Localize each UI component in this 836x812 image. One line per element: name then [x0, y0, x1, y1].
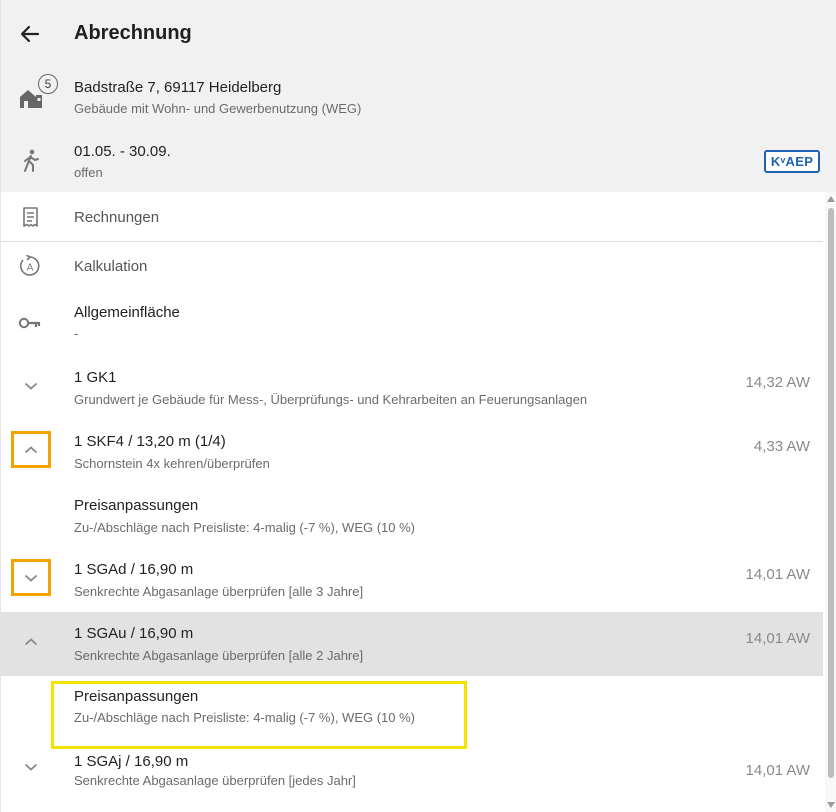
menu-label-invoices: Rechnungen	[74, 209, 160, 226]
property-row[interactable]: 5 Badstraße 7, 69117 Heidelberg Gebäude …	[1, 68, 836, 130]
period-row[interactable]: 01.05. - 30.09. offen	[1, 132, 836, 194]
position-row[interactable]: 1 SGAd / 16,90 m Senkrechte Abgasanlage …	[1, 548, 823, 612]
collapse-button[interactable]	[11, 623, 51, 660]
app-window: Abrechnung 5 Badstraße 7, 69117 Heidelbe…	[0, 0, 836, 812]
chevron-up-icon	[24, 445, 38, 453]
position-subtitle: Schornstein 4x kehren/überprüfen	[74, 456, 270, 471]
period-dates: 01.05. - 30.09.	[74, 143, 171, 160]
position-row-selected[interactable]: 1 SGAu / 16,90 m Senkrechte Abgasanlage …	[1, 612, 823, 676]
general-area-title: Allgemeinfläche	[74, 304, 180, 321]
position-title: 1 SKF4 / 13,20 m (1/4)	[74, 433, 226, 450]
property-type: Gebäude mit Wohn- und Gewerbenutzung (WE…	[74, 101, 362, 116]
position-row[interactable]: 1 SGAj / 16,90 m Senkrechte Abgasanlage …	[1, 740, 823, 804]
chevron-down-icon	[24, 382, 38, 390]
period-status: offen	[74, 165, 103, 180]
adjustment-subtitle: Zu-/Abschläge nach Preisliste: 4-malig (…	[74, 710, 415, 725]
building-count-badge: 5	[38, 74, 58, 94]
menu-label-calculation: Kalkulation	[74, 258, 148, 275]
property-address: Badstraße 7, 69117 Heidelberg	[74, 79, 282, 96]
chevron-down-icon	[24, 574, 38, 582]
adjustment-subtitle: Zu-/Abschläge nach Preisliste: 4-malig (…	[74, 520, 415, 535]
vertical-scrollbar[interactable]	[825, 192, 836, 812]
arrow-left-icon	[20, 25, 40, 43]
chevron-up-icon	[24, 637, 38, 645]
scroll-down-arrow-icon[interactable]	[827, 802, 835, 808]
top-bar: Abrechnung	[1, 0, 836, 68]
scrollbar-thumb[interactable]	[828, 208, 834, 778]
collapse-button[interactable]	[11, 431, 51, 468]
position-value: 14,01 AW	[745, 762, 810, 779]
position-value: 14,01 AW	[745, 566, 810, 583]
page-title: Abrechnung	[74, 22, 192, 44]
general-area-subtitle: -	[74, 326, 79, 341]
position-row[interactable]: 1 GK1 Grundwert je Gebäude für Mess-, Üb…	[1, 356, 823, 420]
back-button[interactable]	[15, 20, 45, 48]
kvaep-badge[interactable]: KᵛAEP	[764, 150, 820, 173]
position-subtitle: Grundwert je Gebäude für Mess-, Überprüf…	[74, 392, 588, 407]
expand-button[interactable]	[11, 367, 51, 404]
menu-item-invoices[interactable]: Rechnungen	[1, 192, 823, 241]
position-title: 1 SGAj / 16,90 m	[74, 753, 189, 770]
position-value: 14,01 AW	[745, 630, 810, 647]
position-title: 1 GK1	[74, 369, 117, 386]
position-value: 4,33 AW	[753, 438, 810, 455]
expand-button[interactable]	[11, 559, 51, 596]
walking-person-icon	[17, 147, 45, 175]
chevron-down-icon	[24, 763, 38, 771]
position-value: 14,32 AW	[745, 374, 810, 391]
key-icon	[17, 310, 43, 336]
svg-text:A: A	[27, 263, 34, 274]
scroll-up-arrow-icon[interactable]	[827, 196, 835, 202]
position-subtitle: Senkrechte Abgasanlage überprüfen [jedes…	[74, 773, 356, 788]
position-subtitle: Senkrechte Abgasanlage überprüfen [alle …	[74, 648, 364, 663]
price-adjustment-row[interactable]: Preisanpassungen Zu-/Abschläge nach Prei…	[1, 484, 823, 548]
header-panel: Abrechnung 5 Badstraße 7, 69117 Heidelbe…	[1, 0, 836, 192]
menu-item-calculation[interactable]: A Kalkulation	[1, 242, 823, 292]
position-title: 1 SGAu / 16,90 m	[74, 625, 194, 642]
price-adjustment-row[interactable]: Preisanpassungen Zu-/Abschläge nach Prei…	[1, 676, 823, 749]
adjustment-title: Preisanpassungen	[74, 688, 199, 705]
position-subtitle: Senkrechte Abgasanlage überprüfen [alle …	[74, 584, 364, 599]
calculation-icon: A	[17, 253, 43, 279]
receipt-icon	[17, 204, 43, 230]
general-area-row[interactable]: Allgemeinfläche -	[1, 292, 823, 356]
position-title: 1 SGAd / 16,90 m	[74, 561, 194, 578]
position-row[interactable]: 1 SKF4 / 13,20 m (1/4) Schornstein 4x ke…	[1, 420, 823, 484]
expand-button[interactable]	[11, 748, 51, 785]
adjustment-title: Preisanpassungen	[74, 497, 199, 514]
